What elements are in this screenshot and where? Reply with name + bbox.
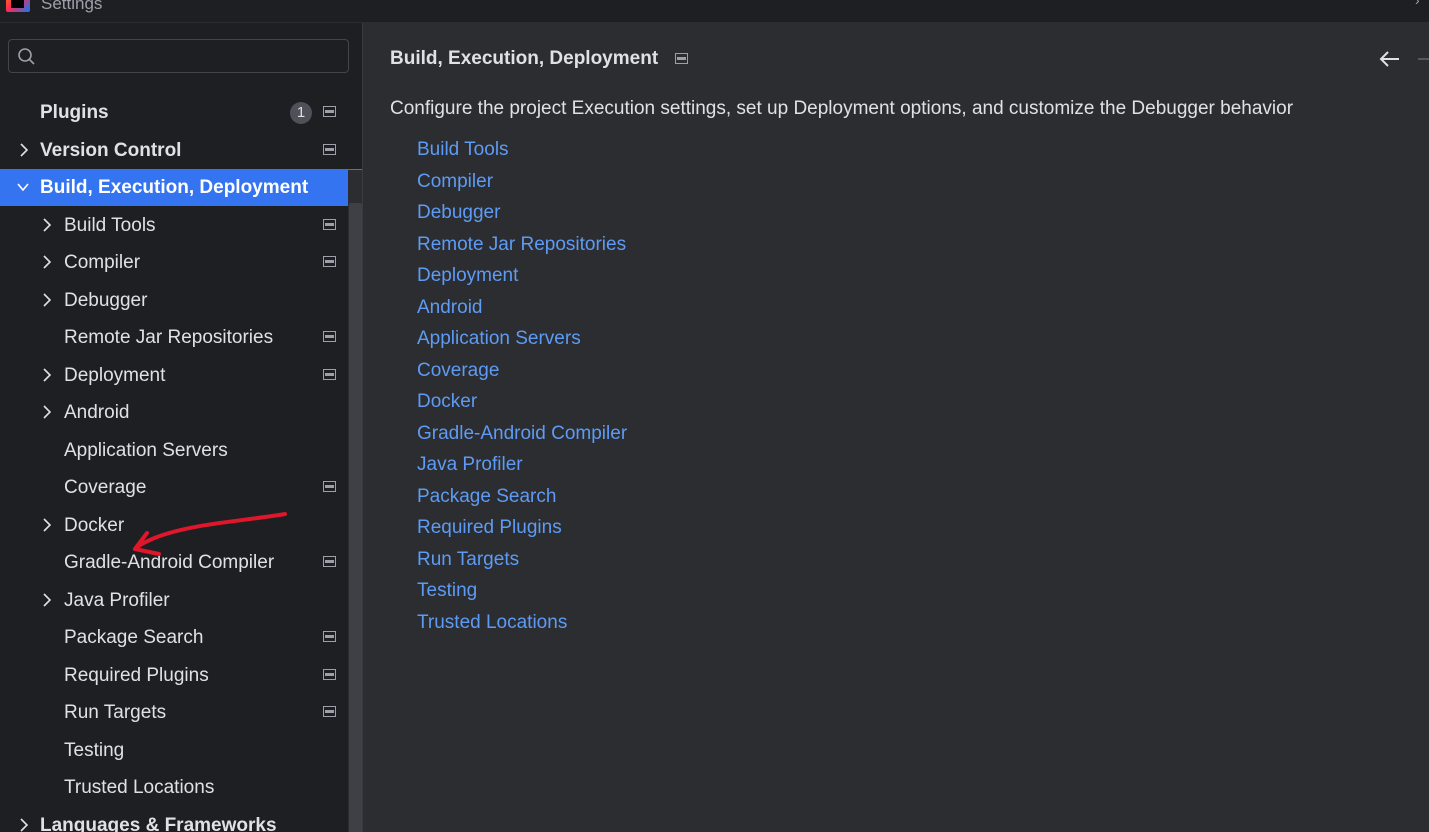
chevron-right-icon[interactable] — [39, 216, 55, 234]
sidebar-item-trusted-locations[interactable]: Trusted Locations — [0, 769, 348, 806]
sidebar-item-label: Compiler — [64, 252, 141, 273]
link-coverage[interactable]: Coverage — [417, 359, 627, 391]
chevron-right-icon[interactable] — [39, 253, 55, 271]
sidebar-item-plugins[interactable]: Plugins 1 — [0, 94, 348, 131]
sidebar-scrollbar-thumb[interactable] — [349, 203, 362, 832]
link-build-tools[interactable]: Build Tools — [417, 138, 627, 170]
subsection-links: Build Tools Compiler Debugger Remote Jar… — [417, 138, 627, 642]
link-testing[interactable]: Testing — [417, 579, 627, 611]
sidebar-item-build-execution-deployment[interactable]: Build, Execution, Deployment — [0, 169, 362, 206]
sidebar-item-run-targets[interactable]: Run Targets — [0, 694, 348, 731]
sidebar-item-label: Run Targets — [64, 702, 167, 723]
chevron-right-icon[interactable] — [39, 366, 55, 384]
link-package-search[interactable]: Package Search — [417, 485, 627, 517]
page-description: Configure the project Execution settings… — [390, 98, 1294, 119]
sidebar-item-label: Coverage — [64, 477, 147, 498]
link-deployment[interactable]: Deployment — [417, 264, 627, 296]
project-scope-icon — [323, 669, 336, 680]
page-title: Build, Execution, Deployment — [390, 48, 659, 69]
sidebar-item-debugger[interactable]: Debugger — [0, 282, 348, 319]
project-scope-icon — [323, 369, 336, 380]
chevron-down-icon[interactable] — [15, 178, 31, 196]
chevron-right-icon[interactable] — [39, 516, 55, 534]
sidebar-item-label: Android — [64, 402, 130, 423]
sidebar-item-label: Testing — [64, 740, 125, 761]
chevron-right-icon[interactable] — [16, 141, 32, 159]
project-scope-icon — [323, 331, 336, 342]
sidebar-item-label: Required Plugins — [64, 665, 209, 686]
link-java-profiler[interactable]: Java Profiler — [417, 453, 627, 485]
title-bar: Settings › — [0, 0, 1429, 23]
sidebar-item-label: Build Tools — [64, 215, 156, 236]
chevron-right-icon[interactable] — [39, 291, 55, 309]
sidebar-item-testing[interactable]: Testing — [0, 732, 348, 769]
project-scope-icon — [323, 144, 336, 155]
chevron-right-icon[interactable] — [16, 816, 32, 832]
project-scope-icon — [323, 481, 336, 492]
sidebar-item-deployment[interactable]: Deployment — [0, 357, 348, 394]
link-application-servers[interactable]: Application Servers — [417, 327, 627, 359]
sidebar-item-label: Remote Jar Repositories — [64, 327, 274, 348]
link-compiler[interactable]: Compiler — [417, 170, 627, 202]
sidebar-item-package-search[interactable]: Package Search — [0, 619, 348, 656]
forward-arrow-icon[interactable] — [1418, 58, 1429, 60]
plugins-count-badge: 1 — [290, 102, 312, 124]
sidebar-item-label: Java Profiler — [64, 590, 170, 611]
link-gradle-android-compiler[interactable]: Gradle-Android Compiler — [417, 422, 627, 454]
project-scope-icon — [323, 631, 336, 642]
window-title: Settings — [41, 0, 103, 13]
link-trusted-locations[interactable]: Trusted Locations — [417, 611, 627, 643]
red-arrow-annotation — [133, 512, 287, 556]
sidebar-item-required-plugins[interactable]: Required Plugins — [0, 657, 348, 694]
sidebar-item-application-servers[interactable]: Application Servers — [0, 432, 348, 469]
sidebar-item-build-tools[interactable]: Build Tools — [0, 207, 348, 244]
link-debugger[interactable]: Debugger — [417, 201, 627, 233]
sidebar-item-label: Trusted Locations — [64, 777, 215, 798]
project-scope-icon — [323, 106, 336, 117]
sidebar-item-label: Application Servers — [64, 440, 228, 461]
link-docker[interactable]: Docker — [417, 390, 627, 422]
sidebar-item-android[interactable]: Android — [0, 394, 348, 431]
sidebar-item-label: Deployment — [64, 365, 166, 386]
sidebar-item-label: Docker — [64, 515, 125, 536]
settings-content-panel: Build, Execution, Deployment Configure t… — [362, 23, 1429, 832]
project-scope-icon — [675, 53, 688, 64]
chevron-right-icon[interactable] — [39, 591, 55, 609]
project-scope-icon — [323, 219, 336, 230]
project-scope-icon — [323, 556, 336, 567]
sidebar-item-label: Version Control — [40, 140, 182, 161]
sidebar-item-languages-frameworks[interactable]: Languages & Frameworks — [0, 807, 348, 832]
link-run-targets[interactable]: Run Targets — [417, 548, 627, 580]
link-remote-jar-repositories[interactable]: Remote Jar Repositories — [417, 233, 627, 265]
sidebar-item-java-profiler[interactable]: Java Profiler — [0, 582, 348, 619]
sidebar-item-compiler[interactable]: Compiler — [0, 244, 348, 281]
sidebar-item-coverage[interactable]: Coverage — [0, 469, 348, 506]
sidebar-item-version-control[interactable]: Version Control — [0, 132, 348, 169]
sidebar-item-label: Build, Execution, Deployment — [40, 177, 309, 198]
project-scope-icon — [323, 256, 336, 267]
search-icon[interactable] — [17, 47, 37, 67]
app-logo-icon — [6, 0, 30, 12]
sidebar-item-label: Plugins — [40, 102, 109, 123]
search-input[interactable] — [51, 44, 345, 70]
sidebar-item-label: Languages & Frameworks — [40, 815, 277, 832]
back-arrow-icon[interactable] — [1378, 49, 1402, 69]
window-control-icon[interactable]: › — [1415, 0, 1429, 8]
sidebar-item-remote-jar-repositories[interactable]: Remote Jar Repositories — [0, 319, 348, 356]
search-box[interactable] — [8, 39, 349, 73]
link-android[interactable]: Android — [417, 296, 627, 328]
project-scope-icon — [323, 706, 336, 717]
settings-sidebar: Plugins 1 Version Control Build, Executi… — [0, 23, 362, 832]
link-required-plugins[interactable]: Required Plugins — [417, 516, 627, 548]
sidebar-item-label: Package Search — [64, 627, 204, 648]
chevron-right-icon[interactable] — [39, 403, 55, 421]
sidebar-item-label: Debugger — [64, 290, 148, 311]
